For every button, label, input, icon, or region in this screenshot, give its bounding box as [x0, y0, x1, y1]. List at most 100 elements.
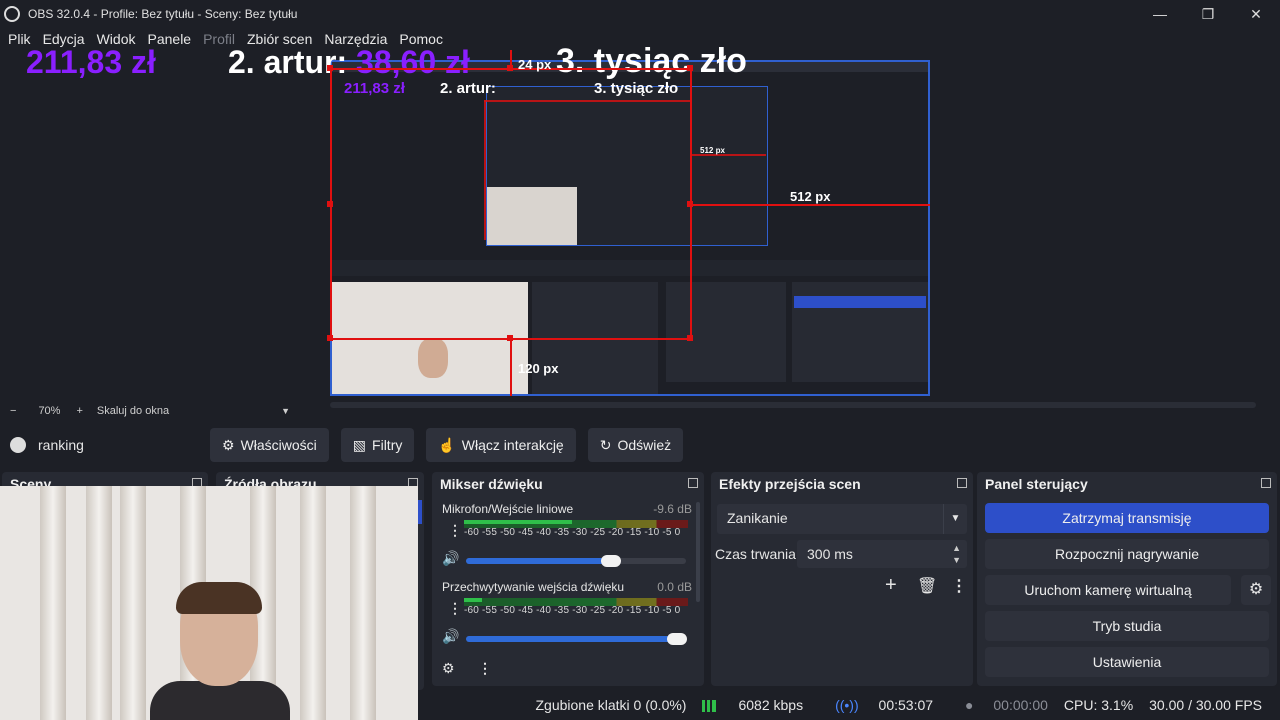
ranking-amount-overlay: 211,83 zł [26, 44, 156, 80]
nested-overlay-second: 2. artur: [440, 80, 496, 97]
preview-scrollbar[interactable] [330, 402, 1256, 408]
filters-button[interactable]: ▧ Filtry [340, 428, 415, 462]
audio-mixer-dock: Mikser dźwięku Mikrofon/Wejście liniowe … [432, 472, 704, 686]
status-bar: Zgubione klatki 0 (0.0%) 6082 kbps ((•))… [418, 690, 1280, 720]
meter-ticks: -60 -55 -50 -45 -40 -35 -30 -25 -20 -15 … [464, 527, 681, 538]
channel-menu-icon[interactable]: ⋮ [448, 522, 462, 539]
refresh-button[interactable]: ↻ Odśwież [587, 428, 684, 462]
selected-source-name: ranking [38, 437, 84, 453]
zoom-mode-select[interactable]: Skaluj do okna [97, 405, 169, 417]
transitions-dock: Efekty przejścia scen Zanikanie ▼ Czas tr… [711, 472, 973, 686]
controls-dock: Panel sterujący Zatrzymaj transmisję Roz… [977, 472, 1277, 686]
zoom-mode-chevron-icon[interactable]: ▼ [281, 406, 290, 416]
guide-inner-top [484, 100, 690, 102]
nested-controls [792, 282, 928, 382]
record-dot-icon: ● [965, 697, 974, 713]
guide-inner-left [484, 100, 486, 240]
handle-left[interactable] [327, 201, 333, 207]
nested-overlay-amount: 211,83 zł [344, 80, 405, 97]
refresh-icon: ↻ [599, 436, 612, 453]
broadcast-icon: ((•)) [835, 697, 859, 713]
record-time-value: 00:00:00 [993, 697, 1048, 713]
pointer-hand-icon: ☝ [438, 436, 456, 453]
transition-menu-icon[interactable]: ⋮ [951, 576, 967, 596]
dropped-frames: Zgubione klatki 0 (0.0%) [535, 697, 687, 713]
stream-time-value: 00:53:07 [878, 697, 934, 713]
duration-label: Czas trwania [715, 546, 796, 562]
bitrate-value: 6082 kbps [738, 697, 804, 713]
speaker-icon[interactable]: 🔊 [442, 550, 459, 567]
zoom-level: 70% [38, 405, 61, 417]
undock-icon[interactable] [688, 478, 698, 488]
interact-label: Włącz interakcję [461, 437, 564, 453]
cpu-usage: CPU: 3.1% [1063, 697, 1134, 713]
stop-streaming-button[interactable]: Zatrzymaj transmisję [985, 503, 1269, 533]
transitions-dock-title: Efekty przejścia scen [719, 476, 861, 492]
volume-slider[interactable] [466, 633, 688, 645]
handle-right[interactable] [687, 201, 693, 207]
webcam-feed [0, 486, 418, 720]
fps-counter: 30.00 / 30.00 FPS [1149, 697, 1262, 713]
volume-meter-level [464, 598, 482, 602]
handle-bottom[interactable] [507, 335, 513, 341]
zoom-in-button[interactable]: + [76, 405, 82, 417]
close-button[interactable]: ✕ [1232, 0, 1280, 28]
handle-top-left[interactable] [327, 65, 333, 71]
filter-icon: ▧ [352, 436, 367, 453]
spin-arrows-icon[interactable]: ▲ ▼ [952, 542, 961, 566]
nested-preview: 211,83 zł 2. artur: 3. tysiąc zło [330, 60, 930, 396]
transition-select[interactable]: Zanikanie ▼ [717, 504, 967, 534]
controls-dock-title: Panel sterujący [985, 476, 1088, 492]
guide-right-distance [692, 204, 930, 206]
handle-top[interactable] [507, 65, 513, 71]
handle-top-right[interactable] [687, 65, 693, 71]
guide-inner-right-label: 512 px [700, 146, 725, 155]
maximize-button[interactable]: ❐ [1184, 0, 1232, 28]
properties-label: Właściwości [240, 437, 317, 453]
undock-icon[interactable] [957, 478, 967, 488]
zoom-out-button[interactable]: − [10, 405, 16, 417]
handle-bottom-left[interactable] [327, 335, 333, 341]
add-transition-icon[interactable]: + [885, 574, 897, 597]
nested-transitions [666, 282, 786, 382]
speaker-icon[interactable]: 🔊 [442, 628, 459, 645]
title-bar: OBS 32.0.4 - Profile: Bez tytułu - Sceny… [0, 0, 1280, 28]
volume-slider-handle[interactable] [667, 633, 688, 645]
gear-icon: ⚙ [222, 436, 235, 453]
start-virtual-camera-button[interactable]: Uruchom kamerę wirtualną [985, 575, 1231, 605]
chevron-down-icon[interactable]: ▼ [943, 504, 967, 534]
duration-value: 300 ms [807, 546, 853, 562]
refresh-label: Odśwież [617, 437, 672, 453]
nested-overlay-third: 3. tysiąc zło [594, 80, 679, 97]
interact-button[interactable]: ☝ Włącz interakcję [426, 428, 576, 462]
minimize-button[interactable]: — [1136, 0, 1184, 28]
duration-spinbox[interactable]: 300 ms ▲ ▼ [797, 540, 967, 568]
source-toolbar: ranking ⚙ Właściwości ▧ Filtry ☝ Włącz inte… [0, 426, 1280, 464]
mixer-scrollbar[interactable] [696, 502, 700, 602]
audio-settings-gear-icon[interactable]: ⚙ [442, 660, 455, 677]
guide-bottom-label: 120 px [518, 361, 559, 376]
ranking-second-overlay: 2. artur: 38,60 zł [228, 44, 470, 81]
studio-mode-button[interactable]: Tryb studia [985, 611, 1269, 641]
properties-button[interactable]: ⚙ Właściwości [210, 428, 329, 462]
signal-icon [702, 700, 717, 713]
browser-source-icon [10, 437, 26, 453]
mixer-menu-icon[interactable]: ⋮ [478, 660, 492, 677]
guide-top-label: 24 px [518, 57, 552, 72]
start-recording-button[interactable]: Rozpocznij nagrywanie [985, 539, 1269, 569]
meter-ticks: -60 -55 -50 -45 -40 -35 -30 -25 -20 -15 … [464, 605, 681, 616]
mixer-dock-title: Mikser dźwięku [440, 476, 543, 492]
volume-slider[interactable] [466, 555, 686, 567]
nested-zoombar [332, 248, 928, 258]
channel-db: -9.6 dB [653, 502, 692, 516]
virtual-camera-settings-gear-icon[interactable]: ⚙ [1241, 575, 1271, 605]
volume-slider-handle[interactable] [601, 555, 622, 567]
settings-button[interactable]: Ustawienia [985, 647, 1269, 677]
nested-preview-2 [486, 86, 768, 246]
undock-icon[interactable] [1261, 478, 1271, 488]
channel-menu-icon[interactable]: ⋮ [448, 600, 462, 617]
handle-bottom-right[interactable] [687, 335, 693, 341]
guide-right-label: 512 px [790, 189, 831, 204]
selected-source: ranking [10, 437, 210, 453]
delete-transition-icon[interactable]: 🗑 [917, 576, 937, 596]
